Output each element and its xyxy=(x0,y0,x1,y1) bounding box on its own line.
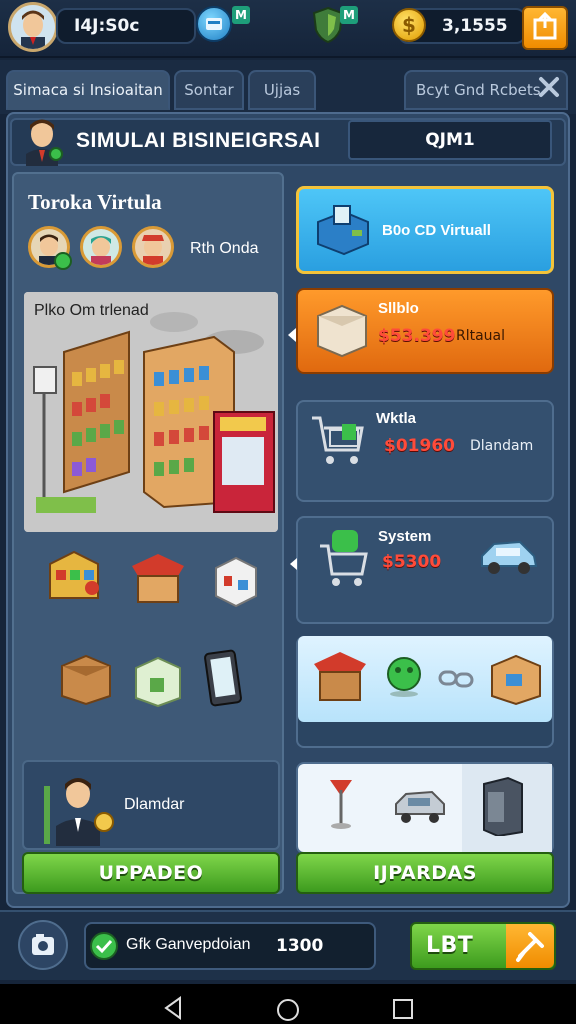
tab-sontar[interactable]: Sontar xyxy=(174,70,244,110)
market-stall-icon[interactable] xyxy=(44,544,104,604)
cart-title: Wktla xyxy=(376,410,417,427)
register-icon xyxy=(312,200,372,256)
sign-post-icon xyxy=(326,776,356,832)
player-value: I4J:S0c xyxy=(74,16,140,36)
pointer-icon xyxy=(290,558,297,570)
back-icon[interactable] xyxy=(162,996,184,1020)
cart-icon xyxy=(308,410,368,470)
tablet-icon[interactable] xyxy=(200,648,260,708)
tab-right-label: Bcyt Gnd Rcbets xyxy=(416,81,541,99)
team-avatar-2[interactable] xyxy=(80,226,122,268)
upgrade-items-button[interactable]: IJPARDAS xyxy=(296,852,554,894)
team-avatar-3[interactable] xyxy=(132,226,174,268)
close-icon[interactable] xyxy=(538,76,560,98)
pin-icon[interactable] xyxy=(506,924,554,968)
cart-full-icon xyxy=(318,524,368,588)
shop-box-icon[interactable] xyxy=(128,548,188,608)
coin-count: 3,1555 xyxy=(442,16,508,36)
manager-icon xyxy=(40,766,116,846)
supplies-desc: Rltaual xyxy=(456,328,506,344)
status-text: Gfk Ganvepdoian xyxy=(126,936,251,953)
player-value-pill: I4J:S0c xyxy=(56,8,196,44)
team-label: Rth Onda xyxy=(190,240,259,257)
action-button-label: LBT xyxy=(426,933,474,958)
camera-button[interactable] xyxy=(18,920,68,970)
supplies-title: Sllblo xyxy=(378,300,419,317)
cart-value: $01960 xyxy=(384,436,455,456)
stall-icon xyxy=(310,646,370,706)
crate-stack-icon xyxy=(488,650,544,706)
recents-icon[interactable] xyxy=(392,998,414,1020)
server-icon xyxy=(478,774,528,838)
cart-desc: Dlandam xyxy=(470,438,534,454)
gift-box-icon[interactable] xyxy=(206,550,266,610)
gem-badge: M xyxy=(232,6,250,24)
coin-icon: $ xyxy=(392,8,426,42)
manager-label: Dlamdar xyxy=(124,796,185,813)
gem-icon[interactable] xyxy=(196,6,232,42)
link-icon xyxy=(436,664,476,694)
manager-portrait-icon xyxy=(20,114,66,166)
tab-ujjas[interactable]: Ujjas xyxy=(248,70,316,110)
virtual-card-label: B0o CD Virtuall xyxy=(382,222,491,239)
crate-icon[interactable] xyxy=(56,648,116,708)
pointer-icon xyxy=(288,328,296,342)
home-icon[interactable] xyxy=(276,998,300,1022)
store-illustration[interactable] xyxy=(24,292,278,532)
store-title: Toroka Virtula xyxy=(28,190,162,214)
tab-main[interactable]: Simaca si Insioaitan xyxy=(6,70,170,110)
page-title: SIMULAI BISINEIGRSAI xyxy=(76,129,321,152)
car-icon xyxy=(478,530,540,582)
check-icon xyxy=(90,932,118,960)
system-title: System xyxy=(378,528,432,545)
player-avatar[interactable] xyxy=(8,2,58,52)
code-box: QJM1 xyxy=(348,120,552,160)
add-coins-button[interactable] xyxy=(522,6,568,50)
box-icon xyxy=(312,298,370,358)
system-value: $5300 xyxy=(382,552,442,572)
ball-icon xyxy=(384,654,424,698)
van-icon xyxy=(392,784,448,830)
status-dot-icon xyxy=(54,252,72,270)
supplies-value: $53.399 xyxy=(378,326,456,346)
store-label: Plko Om trlenad xyxy=(34,302,149,319)
status-value: 1300 xyxy=(276,936,324,956)
shield-badge: M xyxy=(340,6,358,24)
upgrade-store-button[interactable]: UPPADEO xyxy=(22,852,280,894)
package-icon[interactable] xyxy=(128,650,188,710)
